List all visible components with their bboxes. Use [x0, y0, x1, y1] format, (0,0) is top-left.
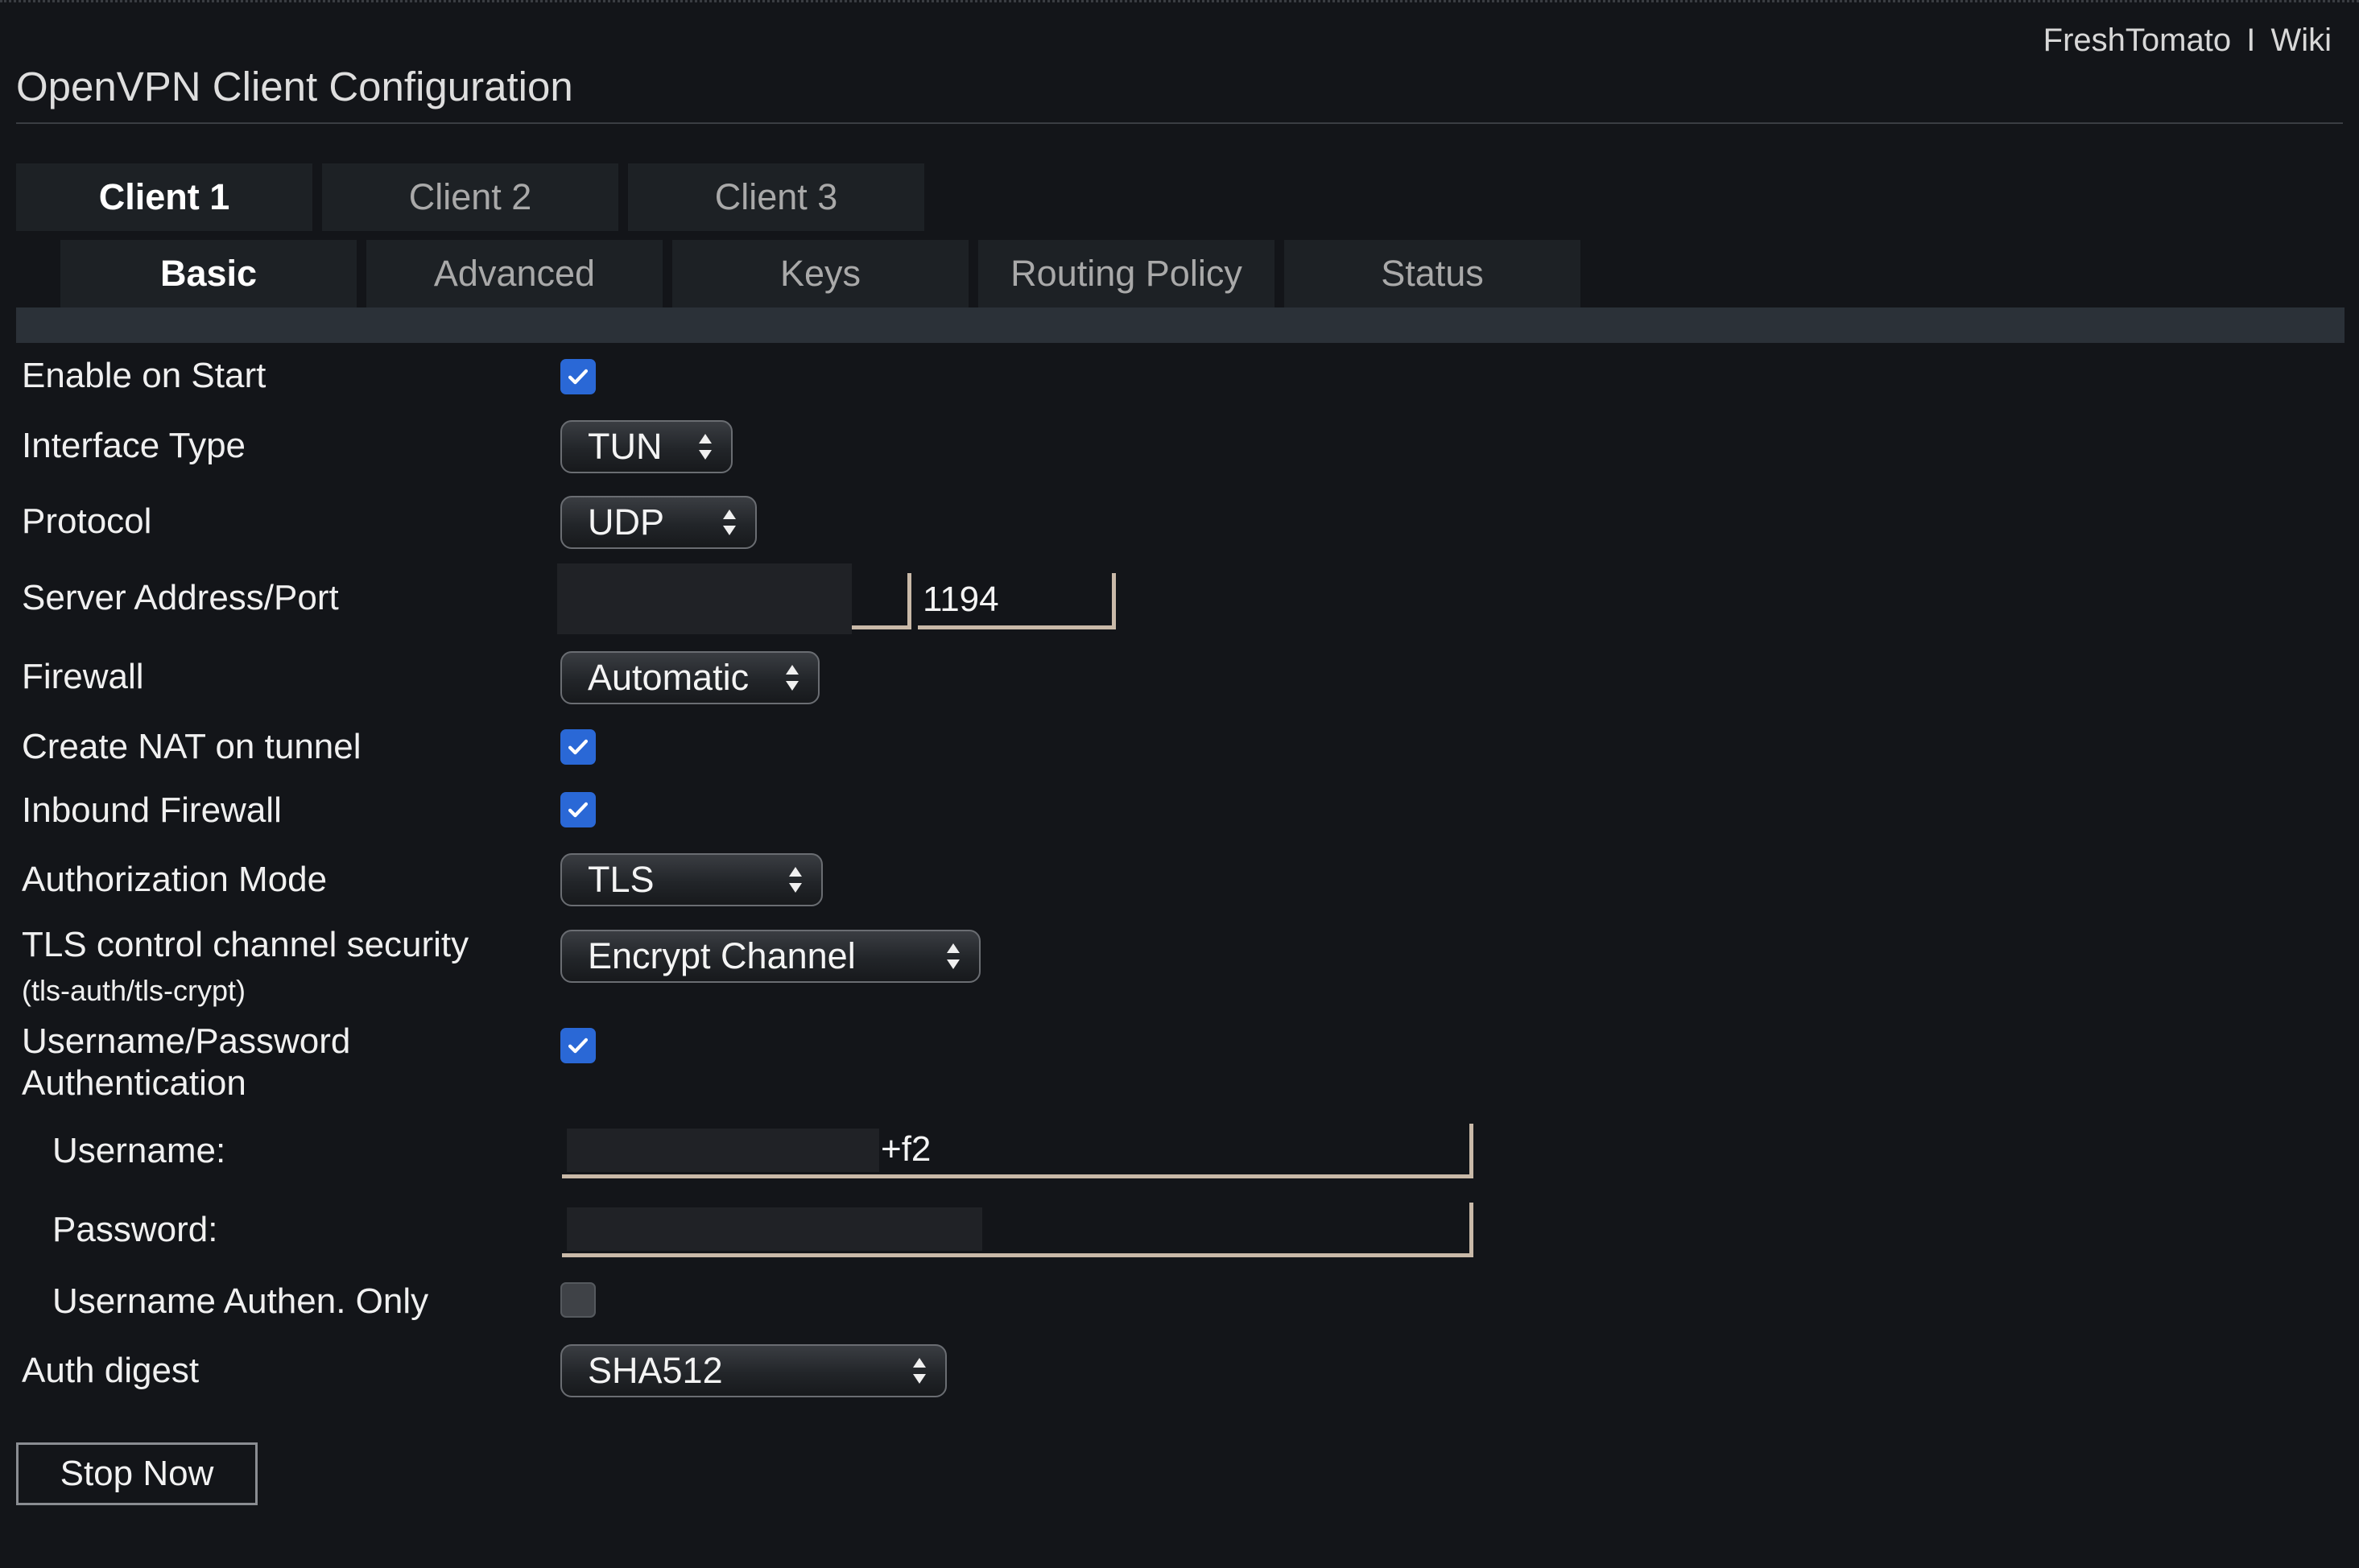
checkmark-icon: [568, 369, 589, 385]
userpass-auth-checkbox[interactable]: [560, 1028, 596, 1063]
select-arrows-icon: [723, 510, 736, 535]
select-arrows-icon: [913, 1358, 926, 1384]
title-divider: [16, 122, 2343, 124]
redacted-password: [567, 1207, 982, 1251]
auth-digest-label: Auth digest: [22, 1351, 200, 1390]
checkmark-icon: [568, 1038, 589, 1054]
tab-status[interactable]: Status: [1284, 240, 1580, 307]
stop-now-button[interactable]: Stop Now: [16, 1442, 258, 1505]
redacted-username: [567, 1129, 879, 1172]
top-dotted-border: [0, 0, 2359, 6]
auth-digest-value: SHA512: [588, 1350, 723, 1391]
userpass-auth-label: Username/Password Authentication: [22, 1021, 350, 1104]
inbound-firewall-checkbox[interactable]: [560, 792, 596, 827]
select-arrows-icon: [947, 943, 960, 969]
authorization-mode-value: TLS: [588, 859, 655, 900]
userpass-auth-label-line1: Username/Password: [22, 1021, 351, 1061]
wiki-link[interactable]: Wiki: [2270, 23, 2332, 58]
select-arrows-icon: [786, 665, 799, 691]
authorization-mode-label: Authorization Mode: [22, 860, 328, 899]
password-label: Password:: [52, 1210, 218, 1249]
tab-basic[interactable]: Basic: [60, 240, 357, 307]
freshtomato-link[interactable]: FreshTomato: [2043, 23, 2231, 58]
page-title: OpenVPN Client Configuration: [16, 64, 573, 109]
tls-security-label: TLS control channel security: [22, 925, 469, 964]
auth-digest-select[interactable]: SHA512: [560, 1344, 947, 1397]
server-port-input[interactable]: 1194: [918, 573, 1116, 629]
tls-security-select[interactable]: Encrypt Channel: [560, 930, 981, 983]
username-only-label: Username Authen. Only: [52, 1281, 429, 1321]
username-only-checkbox[interactable]: [560, 1282, 596, 1318]
create-nat-label: Create NAT on tunnel: [22, 727, 361, 766]
checkmark-icon: [568, 739, 589, 755]
username-label: Username:: [52, 1131, 226, 1170]
server-address-port-label: Server Address/Port: [22, 578, 339, 617]
enable-on-start-label: Enable on Start: [22, 356, 266, 395]
tab-keys[interactable]: Keys: [672, 240, 969, 307]
tls-security-value: Encrypt Channel: [588, 935, 856, 976]
firewall-label: Firewall: [22, 657, 144, 696]
userpass-auth-label-line2: Authentication: [22, 1063, 246, 1103]
enable-on-start-checkbox[interactable]: [560, 359, 596, 394]
username-value: +f2: [881, 1129, 932, 1169]
authorization-mode-select[interactable]: TLS: [560, 853, 823, 906]
firewall-value: Automatic: [588, 657, 750, 698]
firewall-select[interactable]: Automatic: [560, 651, 820, 704]
server-port-value: 1194: [923, 579, 999, 619]
header-link-separator: I: [2246, 23, 2256, 58]
tab-client-2[interactable]: Client 2: [322, 163, 618, 231]
tls-security-sublabel: (tls-auth/tls-crypt): [22, 974, 246, 1007]
tab-client-3[interactable]: Client 3: [628, 163, 924, 231]
create-nat-checkbox[interactable]: [560, 729, 596, 765]
header-links: FreshTomato I Wiki: [2043, 23, 2332, 59]
interface-type-label: Interface Type: [22, 426, 246, 465]
interface-type-select[interactable]: TUN: [560, 420, 733, 473]
tab-client-1[interactable]: Client 1: [16, 163, 312, 231]
protocol-value: UDP: [588, 501, 665, 543]
tab-routing-policy[interactable]: Routing Policy: [978, 240, 1275, 307]
protocol-label: Protocol: [22, 501, 152, 541]
checkmark-icon: [568, 802, 589, 818]
select-arrows-icon: [789, 867, 802, 893]
redacted-server-address: [557, 563, 852, 634]
section-header-bar: [16, 307, 2345, 343]
protocol-select[interactable]: UDP: [560, 496, 757, 549]
inbound-firewall-label: Inbound Firewall: [22, 790, 282, 830]
tab-advanced[interactable]: Advanced: [366, 240, 663, 307]
select-arrows-icon: [699, 434, 712, 460]
interface-type-value: TUN: [588, 426, 663, 467]
